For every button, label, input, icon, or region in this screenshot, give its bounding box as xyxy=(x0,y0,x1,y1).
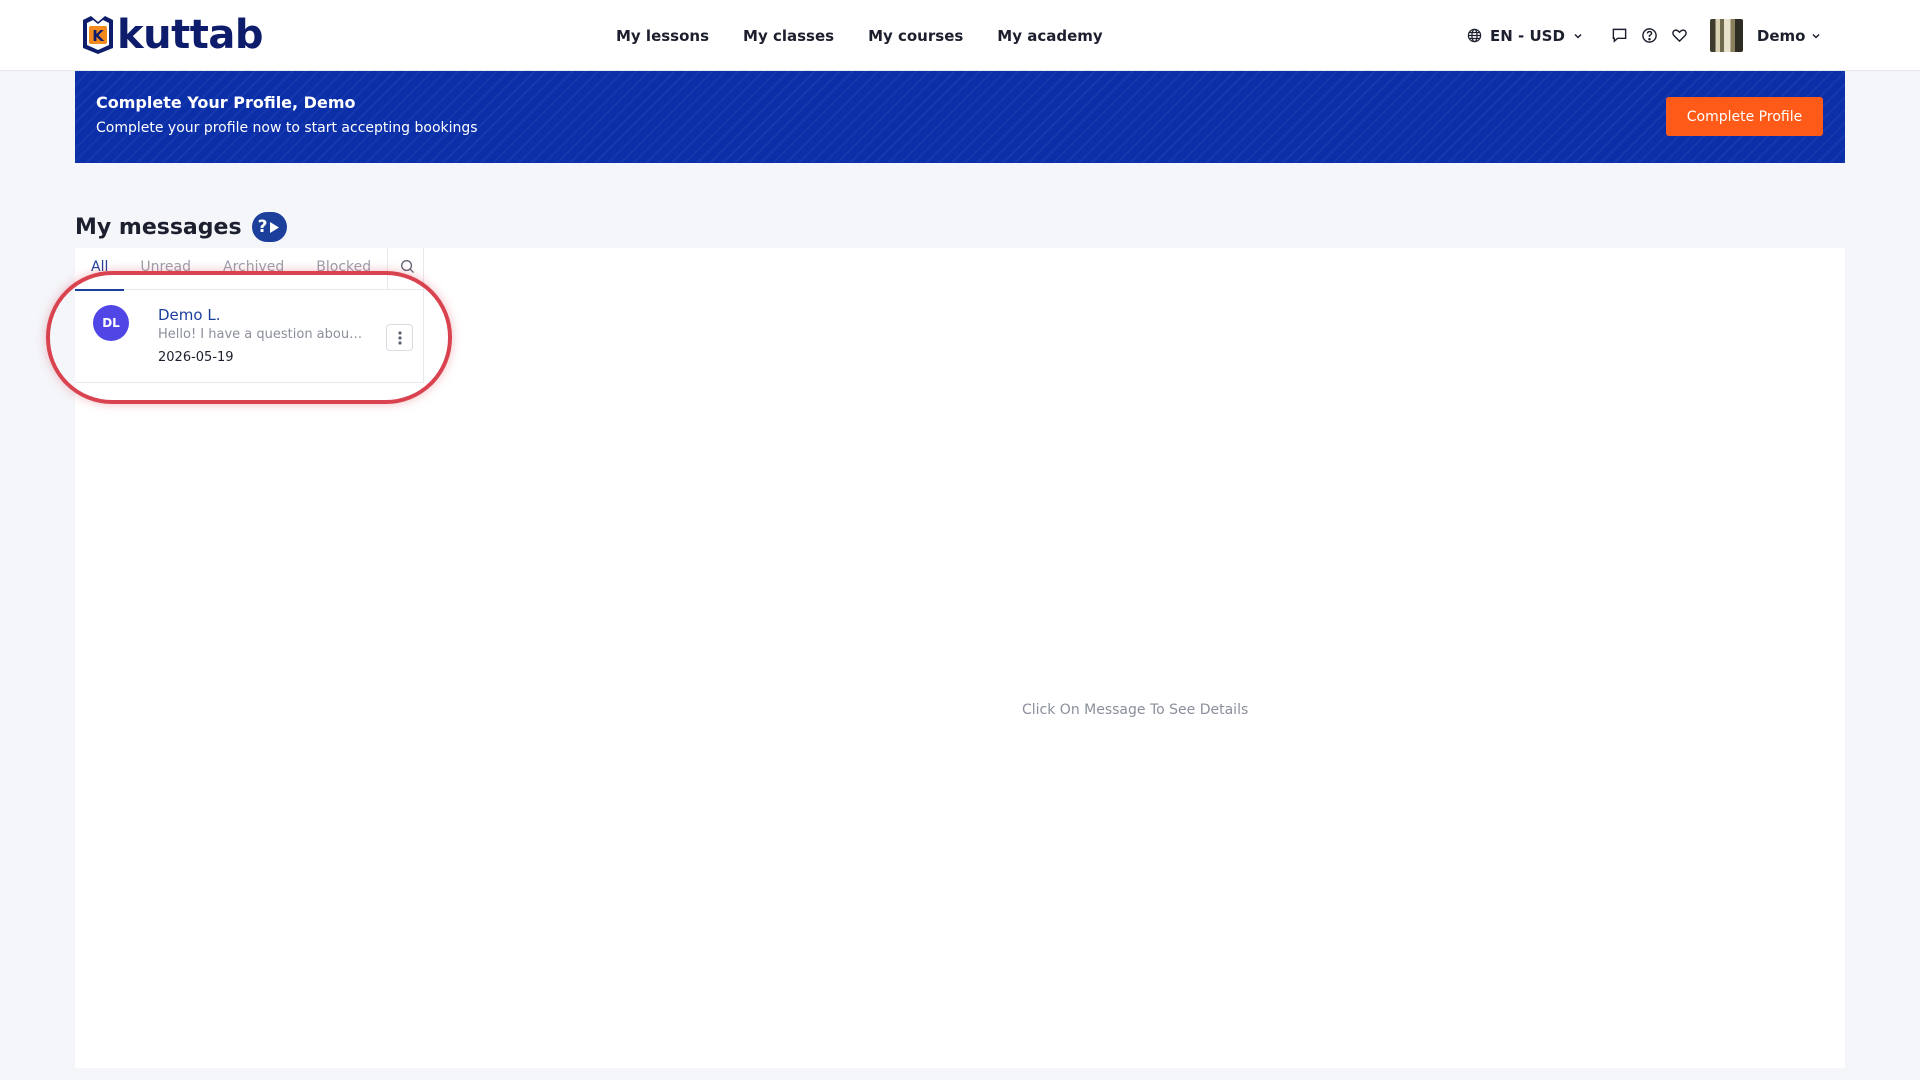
chevron-down-icon xyxy=(1812,33,1820,39)
nav-my-classes[interactable]: My classes xyxy=(743,27,834,45)
user-name: Demo xyxy=(1756,26,1806,45)
play-icon xyxy=(270,221,280,233)
logo-book-icon: K xyxy=(83,16,113,54)
nav-my-courses[interactable]: My courses xyxy=(868,27,963,45)
kuttab-logo[interactable]: K kuttab xyxy=(77,13,263,57)
help-icon xyxy=(1642,28,1658,43)
main-nav: My lessons My classes My courses My acad… xyxy=(616,0,1103,71)
top-header: K kuttab My lessons My classes My course… xyxy=(0,0,1920,71)
page-title: My messages xyxy=(75,214,242,240)
chevron-down-icon xyxy=(1574,33,1582,39)
language-currency-label: EN - USD xyxy=(1490,26,1565,45)
conversation-options-button[interactable] xyxy=(386,324,413,351)
heart-icon xyxy=(1672,29,1688,43)
logo-wordmark: kuttab xyxy=(117,12,263,58)
nav-my-academy[interactable]: My academy xyxy=(997,27,1102,45)
language-currency-selector[interactable]: EN - USD xyxy=(1467,27,1583,45)
messages-button[interactable] xyxy=(1609,25,1631,47)
more-vertical-icon xyxy=(397,330,402,345)
search-icon xyxy=(401,260,415,274)
header-icon-group xyxy=(1609,25,1691,47)
video-help-button[interactable]: ? xyxy=(251,212,287,242)
conversation-list: All Unread Archived Blocked DL Demo L. H… xyxy=(74,247,424,383)
empty-detail-placeholder: Click On Message To See Details xyxy=(1022,702,1249,718)
complete-profile-banner: Complete Your Profile, Demo Complete you… xyxy=(75,71,1845,163)
conversation-item[interactable]: DL Demo L. Hello! I have a question abou… xyxy=(75,290,424,383)
page-title-row: My messages ? xyxy=(75,212,287,242)
favorites-button[interactable] xyxy=(1669,25,1691,47)
conversation-preview: Hello! I have a question about the cours… xyxy=(158,327,363,342)
banner-title: Complete Your Profile, Demo xyxy=(96,93,356,112)
tab-blocked[interactable]: Blocked xyxy=(316,248,371,290)
messages-panel: All Unread Archived Blocked DL Demo L. H… xyxy=(74,247,1845,1068)
logo-mark-letter: K xyxy=(92,27,105,45)
tab-unread[interactable]: Unread xyxy=(140,248,191,290)
help-button[interactable] xyxy=(1639,25,1661,47)
header-actions: EN - USD Demo xyxy=(1467,0,1821,71)
conversation-date: 2026-05-19 xyxy=(158,350,234,365)
message-icon xyxy=(1613,28,1627,43)
user-avatar xyxy=(1709,19,1743,52)
tab-archived[interactable]: Archived xyxy=(223,248,284,290)
tab-divider xyxy=(387,247,389,290)
conversation-sender-name: Demo L. xyxy=(158,306,221,324)
globe-icon xyxy=(1467,28,1482,43)
nav-my-lessons[interactable]: My lessons xyxy=(616,27,709,45)
search-messages-button[interactable] xyxy=(400,259,415,278)
banner-subtitle: Complete your profile now to start accep… xyxy=(96,120,478,136)
message-filter-tabs: All Unread Archived Blocked xyxy=(74,247,424,291)
help-symbol: ? xyxy=(257,217,268,237)
user-menu[interactable]: Demo xyxy=(1709,19,1822,52)
tab-all[interactable]: All xyxy=(74,248,126,291)
conversation-avatar: DL xyxy=(93,305,129,341)
complete-profile-button[interactable]: Complete Profile xyxy=(1666,97,1823,136)
